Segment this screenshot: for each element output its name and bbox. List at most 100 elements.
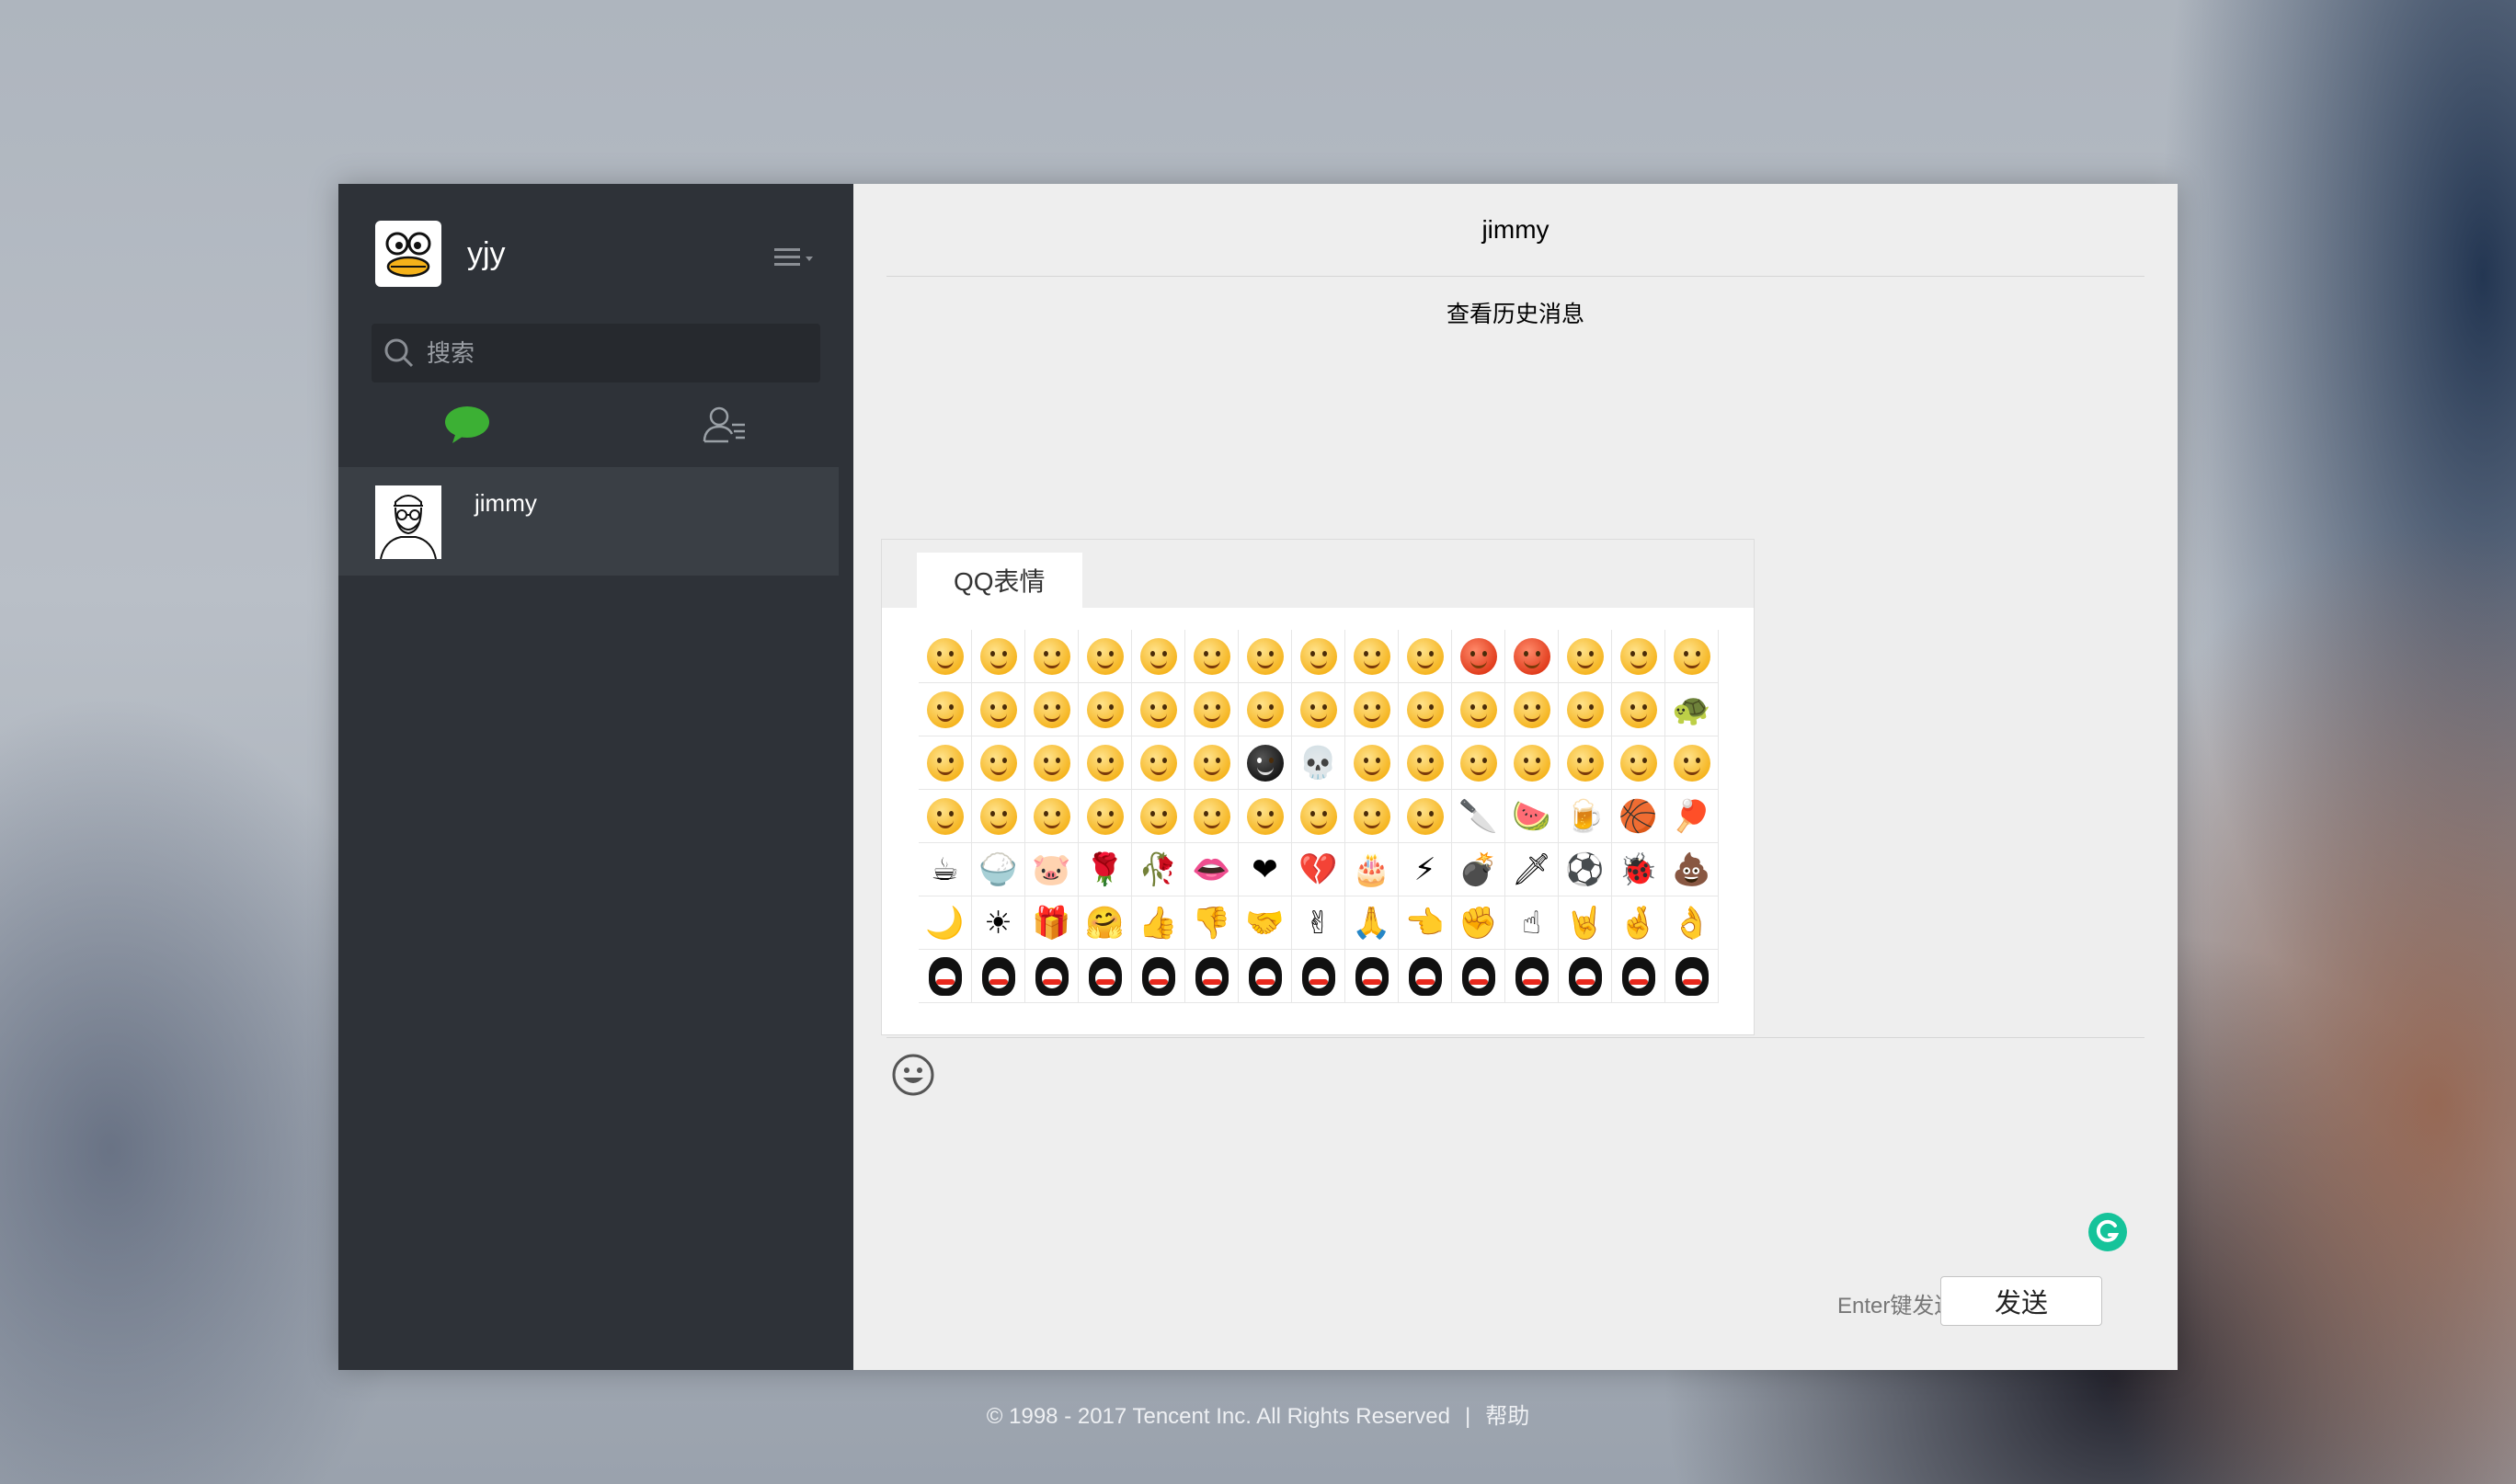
emoji-face-icon[interactable] — [1399, 736, 1452, 790]
emoji-gift-icon[interactable]: 🎁 — [1025, 896, 1079, 950]
emoji-face-icon[interactable] — [1612, 683, 1665, 736]
emoji-face-icon[interactable] — [1079, 790, 1132, 843]
emoji-handshake-icon[interactable]: 🤝 — [1239, 896, 1292, 950]
emoji-peng-icon[interactable] — [1505, 950, 1559, 1003]
emoji-face-icon[interactable] — [1132, 630, 1185, 683]
emoji-lips-icon[interactable]: 👄 — [1185, 843, 1239, 896]
emoji-face-icon[interactable] — [1132, 683, 1185, 736]
emoji-fist-icon[interactable]: ✊ — [1452, 896, 1505, 950]
emoji-red-icon[interactable] — [1505, 630, 1559, 683]
emoji-face-icon[interactable] — [972, 736, 1025, 790]
emoji-rose-icon[interactable]: 🌹 — [1079, 843, 1132, 896]
emoji-toggle-icon[interactable] — [890, 1052, 936, 1098]
emoji-face-icon[interactable] — [1185, 683, 1239, 736]
emoji-face-icon[interactable] — [1345, 736, 1399, 790]
emoji-beckon-icon[interactable]: 👈 — [1399, 896, 1452, 950]
help-link[interactable]: 帮助 — [1485, 1404, 1529, 1429]
emoji-basketball-icon[interactable]: 🏀 — [1612, 790, 1665, 843]
emoji-face-icon[interactable] — [1079, 736, 1132, 790]
emoji-face-icon[interactable] — [972, 683, 1025, 736]
emoji-ok-icon[interactable]: 👌 — [1665, 896, 1719, 950]
emoji-face-icon[interactable] — [972, 630, 1025, 683]
emoji-peng-icon[interactable] — [1079, 950, 1132, 1003]
emoji-red-icon[interactable] — [1452, 630, 1505, 683]
emoji-face-icon[interactable] — [919, 683, 972, 736]
emoji-face-icon[interactable] — [1399, 630, 1452, 683]
emoji-lightning-icon[interactable]: ⚡ — [1399, 843, 1452, 896]
emoji-dagger-icon[interactable]: 🗡 — [1505, 843, 1559, 896]
emoji-face-icon[interactable] — [1025, 790, 1079, 843]
emoji-peng-icon[interactable] — [1025, 950, 1079, 1003]
emoji-moon-icon[interactable]: 🌙 — [919, 896, 972, 950]
emoji-face-icon[interactable] — [1345, 790, 1399, 843]
emoji-wilted-icon[interactable]: 🥀 — [1132, 843, 1185, 896]
emoji-peng-icon[interactable] — [1399, 950, 1452, 1003]
emoji-no-icon[interactable]: 🤞 — [1612, 896, 1665, 950]
emoji-beer-icon[interactable]: 🍺 — [1559, 790, 1612, 843]
emoji-fist-salute-icon[interactable]: 🙏 — [1345, 896, 1399, 950]
emoji-face-icon[interactable] — [1665, 630, 1719, 683]
emoji-face-icon[interactable] — [972, 790, 1025, 843]
emoji-face-icon[interactable] — [1025, 630, 1079, 683]
emoji-thumbs-up-icon[interactable]: 👍 — [1132, 896, 1185, 950]
emoji-rock-on-icon[interactable]: 🤘 — [1559, 896, 1612, 950]
emoji-face-icon[interactable] — [1559, 630, 1612, 683]
emoji-poop-icon[interactable]: 💩 — [1665, 843, 1719, 896]
emoji-face-icon[interactable] — [919, 790, 972, 843]
emoji-thumbs-down-icon[interactable]: 👎 — [1185, 896, 1239, 950]
emoji-face-icon[interactable] — [1132, 736, 1185, 790]
emoji-face-icon[interactable] — [1239, 630, 1292, 683]
emoji-face-icon[interactable] — [1239, 683, 1292, 736]
emoji-face-icon[interactable] — [1132, 790, 1185, 843]
emoji-face-icon[interactable] — [1079, 630, 1132, 683]
emoji-rice-icon[interactable]: 🍚 — [972, 843, 1025, 896]
emoji-peng-icon[interactable] — [1665, 950, 1719, 1003]
tab-chats[interactable] — [440, 397, 495, 452]
emoji-pingpong-icon[interactable]: 🏓 — [1665, 790, 1719, 843]
emoji-victory-icon[interactable]: ✌ — [1292, 896, 1345, 950]
emoji-face-icon[interactable] — [1559, 736, 1612, 790]
emoji-face-icon[interactable] — [1185, 630, 1239, 683]
emoji-pig-icon[interactable]: 🐷 — [1025, 843, 1079, 896]
emoji-tab-qq[interactable]: QQ表情 — [917, 553, 1082, 608]
emoji-face-icon[interactable] — [1612, 736, 1665, 790]
emoji-hug-icon[interactable]: 🤗 — [1079, 896, 1132, 950]
emoji-coffee-icon[interactable]: ☕ — [919, 843, 972, 896]
emoji-peng-icon[interactable] — [1452, 950, 1505, 1003]
emoji-peng-icon[interactable] — [1612, 950, 1665, 1003]
emoji-face-icon[interactable] — [1292, 790, 1345, 843]
emoji-face-icon[interactable] — [1292, 630, 1345, 683]
emoji-pinky-icon[interactable]: ☝ — [1505, 896, 1559, 950]
emoji-face-icon[interactable] — [1345, 630, 1399, 683]
emoji-watermelon-icon[interactable]: 🍉 — [1505, 790, 1559, 843]
emoji-face-icon[interactable] — [1399, 790, 1452, 843]
emoji-face-icon[interactable] — [1025, 736, 1079, 790]
emoji-face-icon[interactable] — [1185, 790, 1239, 843]
send-button[interactable]: 发送 — [1940, 1276, 2102, 1326]
emoji-face-icon[interactable] — [1185, 736, 1239, 790]
emoji-peng-icon[interactable] — [1292, 950, 1345, 1003]
emoji-face-icon[interactable] — [1452, 736, 1505, 790]
emoji-face-icon[interactable] — [1505, 683, 1559, 736]
emoji-cake-icon[interactable]: 🎂 — [1345, 843, 1399, 896]
emoji-soccer-icon[interactable]: ⚽ — [1559, 843, 1612, 896]
emoji-face-icon[interactable] — [1559, 683, 1612, 736]
menu-icon[interactable] — [772, 241, 817, 274]
emoji-peng-icon[interactable] — [1345, 950, 1399, 1003]
emoji-face-icon[interactable] — [919, 630, 972, 683]
emoji-face-icon[interactable] — [1025, 683, 1079, 736]
conversation-item-jimmy[interactable]: jimmy — [338, 467, 839, 576]
emoji-ladybug-icon[interactable]: 🐞 — [1612, 843, 1665, 896]
user-avatar[interactable] — [375, 221, 441, 287]
emoji-face-icon[interactable] — [1505, 736, 1559, 790]
emoji-face-icon[interactable] — [1399, 683, 1452, 736]
emoji-turtle-icon[interactable]: 🐢 — [1665, 683, 1719, 736]
search-input[interactable] — [425, 337, 820, 369]
emoji-face-icon[interactable] — [1612, 630, 1665, 683]
emoji-face-icon[interactable] — [1079, 683, 1132, 736]
emoji-face-icon[interactable] — [1345, 683, 1399, 736]
emoji-heart-icon[interactable]: ❤ — [1239, 843, 1292, 896]
emoji-peng-icon[interactable] — [919, 950, 972, 1003]
emoji-peng-icon[interactable] — [1239, 950, 1292, 1003]
emoji-skull-icon[interactable]: 💀 — [1292, 736, 1345, 790]
